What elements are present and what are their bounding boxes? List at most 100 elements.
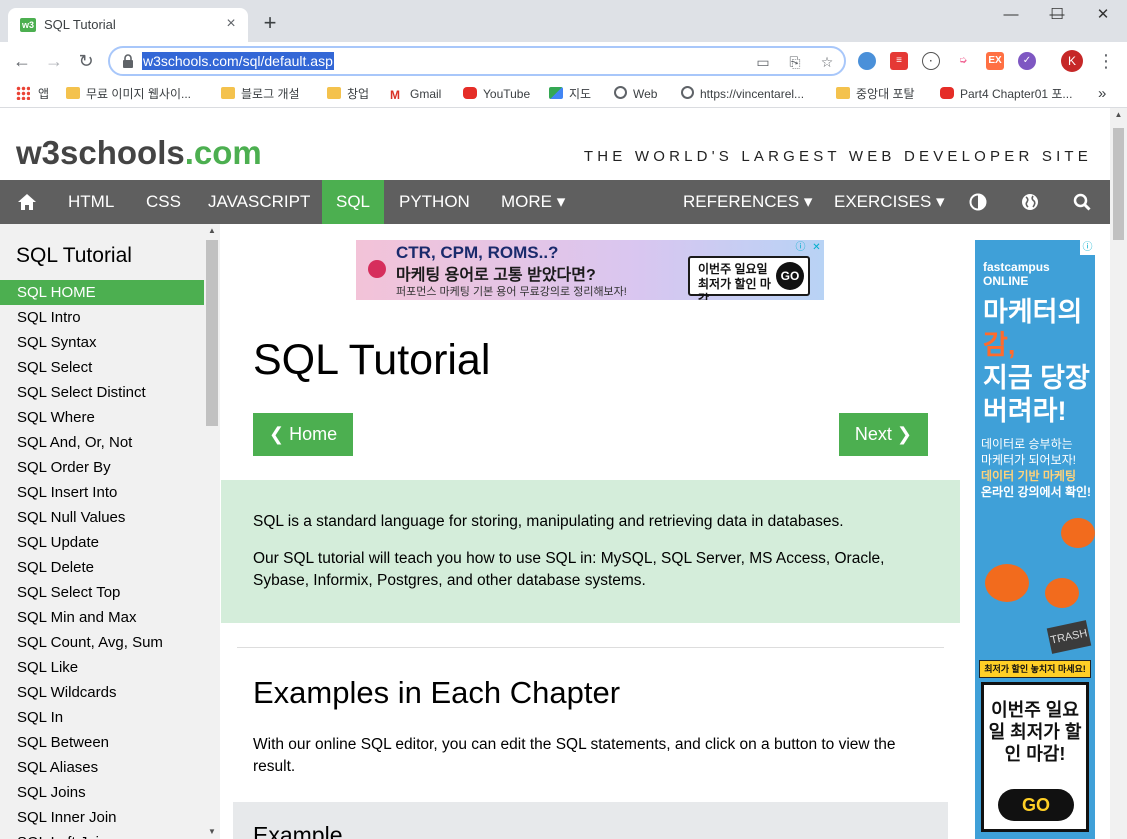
nav-more[interactable]: MORE ▾ (486, 180, 580, 224)
sidebar-link[interactable]: SQL Between (0, 730, 204, 755)
next-button[interactable]: Next ❯ (838, 413, 928, 456)
home-button[interactable]: ❮ Home (253, 413, 354, 456)
translate-icon[interactable]: ⎘ (786, 53, 804, 71)
maximize-button[interactable]: ☐ (1034, 0, 1080, 30)
url-text[interactable]: w3schools.com/sql/default.asp (142, 52, 334, 70)
sidebar-link[interactable]: SQL Left Join (0, 830, 204, 839)
nav-references[interactable]: REFERENCES ▾ (668, 180, 827, 224)
forward-button[interactable]: → (40, 47, 68, 75)
scroll-up-icon[interactable]: ▲ (1110, 108, 1127, 122)
browser-tab[interactable]: w3 SQL Tutorial × (8, 8, 248, 42)
bookmark-apps[interactable]: 앱 (16, 85, 49, 103)
sidebar-link[interactable]: SQL Joins (0, 780, 204, 805)
ad-close-icon[interactable]: ✕ (809, 240, 824, 255)
bookmark-label: 무료 이미지 웹사이... (86, 87, 191, 101)
bookmark-label: Gmail (410, 87, 442, 101)
ad-go-button[interactable]: GO (776, 262, 804, 290)
check-extension-icon[interactable]: ✓ (1018, 52, 1036, 70)
minimize-button-2[interactable]: — (988, 0, 1034, 30)
scroll-down-icon[interactable]: ▼ (204, 825, 220, 839)
cast-icon[interactable]: ▭ (754, 53, 772, 71)
page-scrollbar[interactable]: ▲ (1110, 108, 1127, 839)
cloud-extension-icon[interactable] (858, 52, 876, 70)
sidebar-link[interactable]: SQL Aliases (0, 755, 204, 780)
nav-sql[interactable]: SQL (322, 180, 384, 224)
menu-kebab-icon[interactable]: ⋮ (1092, 47, 1120, 75)
bookmark-youtube[interactable]: YouTube (463, 85, 530, 103)
sidebar-link[interactable]: SQL Order By (0, 455, 204, 480)
nav-javascript[interactable]: JAVASCRIPT (193, 180, 325, 224)
bookmark-web[interactable]: Web (614, 85, 657, 103)
sidebar-link[interactable]: SQL Select (0, 355, 204, 380)
new-tab-button[interactable]: + (258, 12, 282, 36)
home-icon[interactable] (2, 180, 52, 224)
adchoices-icon[interactable]: ⓘ (793, 240, 808, 255)
site-logo[interactable]: w3schools.com (16, 134, 262, 172)
sidebar-link[interactable]: SQL Min and Max (0, 605, 204, 630)
scroll-up-icon[interactable]: ▲ (204, 224, 220, 238)
arrow-extension-icon[interactable]: ➭ (954, 52, 972, 70)
sidebar-link[interactable]: SQL Delete (0, 555, 204, 580)
sidebar-link[interactable]: SQL Inner Join (0, 805, 204, 830)
bookmark-blog[interactable]: 블로그 개설 (221, 85, 300, 103)
logo-tld: .com (184, 134, 262, 171)
bookmark-vincentarel[interactable]: https://vincentarel... (681, 85, 804, 103)
search-icon[interactable] (1057, 180, 1107, 224)
back-button[interactable]: ← (8, 47, 36, 75)
nav-html[interactable]: HTML (53, 180, 129, 224)
code-extension-icon[interactable]: · (922, 52, 940, 70)
bookmark-free-images[interactable]: 무료 이미지 웹사이... (66, 85, 191, 103)
reload-button[interactable]: ↻ (72, 47, 100, 75)
maximize-icon: ☐ (1050, 6, 1064, 23)
nav-exercises[interactable]: EXERCISES ▾ (819, 180, 960, 224)
sidebar-link[interactable]: SQL Null Values (0, 505, 204, 530)
ex-extension-icon[interactable]: EX (986, 52, 1004, 70)
bookmark-maps[interactable]: 지도 (549, 85, 591, 103)
sidebar-link[interactable]: SQL Wildcards (0, 680, 204, 705)
main-content: CTR, CPM, ROMS..? 마케팅 용어로 고통 받았다면? 퍼포먼스 … (221, 224, 960, 839)
bookmark-startup[interactable]: 창업 (327, 85, 369, 103)
sidebar-link[interactable]: SQL Select Distinct (0, 380, 204, 405)
sidebar-link[interactable]: SQL Insert Into (0, 480, 204, 505)
sidebar-link[interactable]: SQL Count, Avg, Sum (0, 630, 204, 655)
sidebar-link[interactable]: SQL Syntax (0, 330, 204, 355)
scroll-thumb[interactable] (206, 240, 218, 426)
bookmark-gmail[interactable]: M Gmail (390, 85, 441, 103)
bookmarks-overflow-button[interactable]: » (1098, 85, 1106, 103)
nav-css[interactable]: CSS (131, 180, 196, 224)
ad-subtext-line: 데이터 기반 마케팅 (981, 469, 1076, 483)
sidebar-link[interactable]: SQL Intro (0, 305, 204, 330)
profile-avatar[interactable]: K (1061, 50, 1083, 72)
folder-icon (327, 87, 341, 99)
adchoices-icon[interactable]: ⓘ (1080, 240, 1095, 255)
contrast-icon[interactable] (953, 180, 1003, 224)
browser-toolbar: ← → ↻ w3schools.com/sql/default.asp ▭ ⎘ … (0, 42, 1127, 80)
bookmark-cau-portal[interactable]: 중앙대 포탈 (836, 85, 915, 103)
ad-brand: fastcampus ONLINE (983, 260, 1050, 288)
sidebar-link[interactable]: SQL And, Or, Not (0, 430, 204, 455)
ad-offer-text: 이번주 일요일 최저가 할인 마감! (988, 700, 1082, 764)
sidebar-link[interactable]: SQL Update (0, 530, 204, 555)
scroll-thumb[interactable] (1113, 128, 1124, 240)
globe-icon[interactable] (1005, 180, 1055, 224)
sidebar-link[interactable]: SQL Select Top (0, 580, 204, 605)
address-bar[interactable]: w3schools.com/sql/default.asp ▭ ⎘ ☆ (108, 46, 846, 76)
ad-go-button[interactable]: GO (998, 789, 1074, 821)
sidebar-link[interactable]: SQL HOME (0, 280, 204, 305)
bookmark-star-icon[interactable]: ☆ (818, 53, 836, 71)
bookmark-part4[interactable]: Part4 Chapter01 포... (940, 85, 1072, 103)
sidebar-scrollbar[interactable]: ▲ ▼ (204, 224, 220, 839)
sidebar-link[interactable]: SQL In (0, 705, 204, 730)
intro-paragraph-1: SQL is a standard language for storing, … (253, 513, 844, 530)
todoist-extension-icon[interactable]: ≡ (890, 52, 908, 70)
close-window-button[interactable]: ✕ (1080, 0, 1126, 30)
nav-python[interactable]: PYTHON (384, 180, 485, 224)
sidebar-link[interactable]: SQL Like (0, 655, 204, 680)
ad-headline-line: 지금 당장 (983, 363, 1090, 393)
top-ad-banner[interactable]: CTR, CPM, ROMS..? 마케팅 용어로 고통 받았다면? 퍼포먼스 … (356, 240, 824, 300)
tab-close-icon[interactable]: × (222, 15, 240, 33)
side-ad-banner[interactable]: ⓘ fastcampus ONLINE 마케터의 감, 지금 당장 버려라! 데… (975, 240, 1095, 839)
sidebar-link[interactable]: SQL Where (0, 405, 204, 430)
site-header: w3schools.com THE WORLD'S LARGEST WEB DE… (0, 108, 1110, 180)
ad-headline-line: 버려라! (983, 396, 1067, 426)
